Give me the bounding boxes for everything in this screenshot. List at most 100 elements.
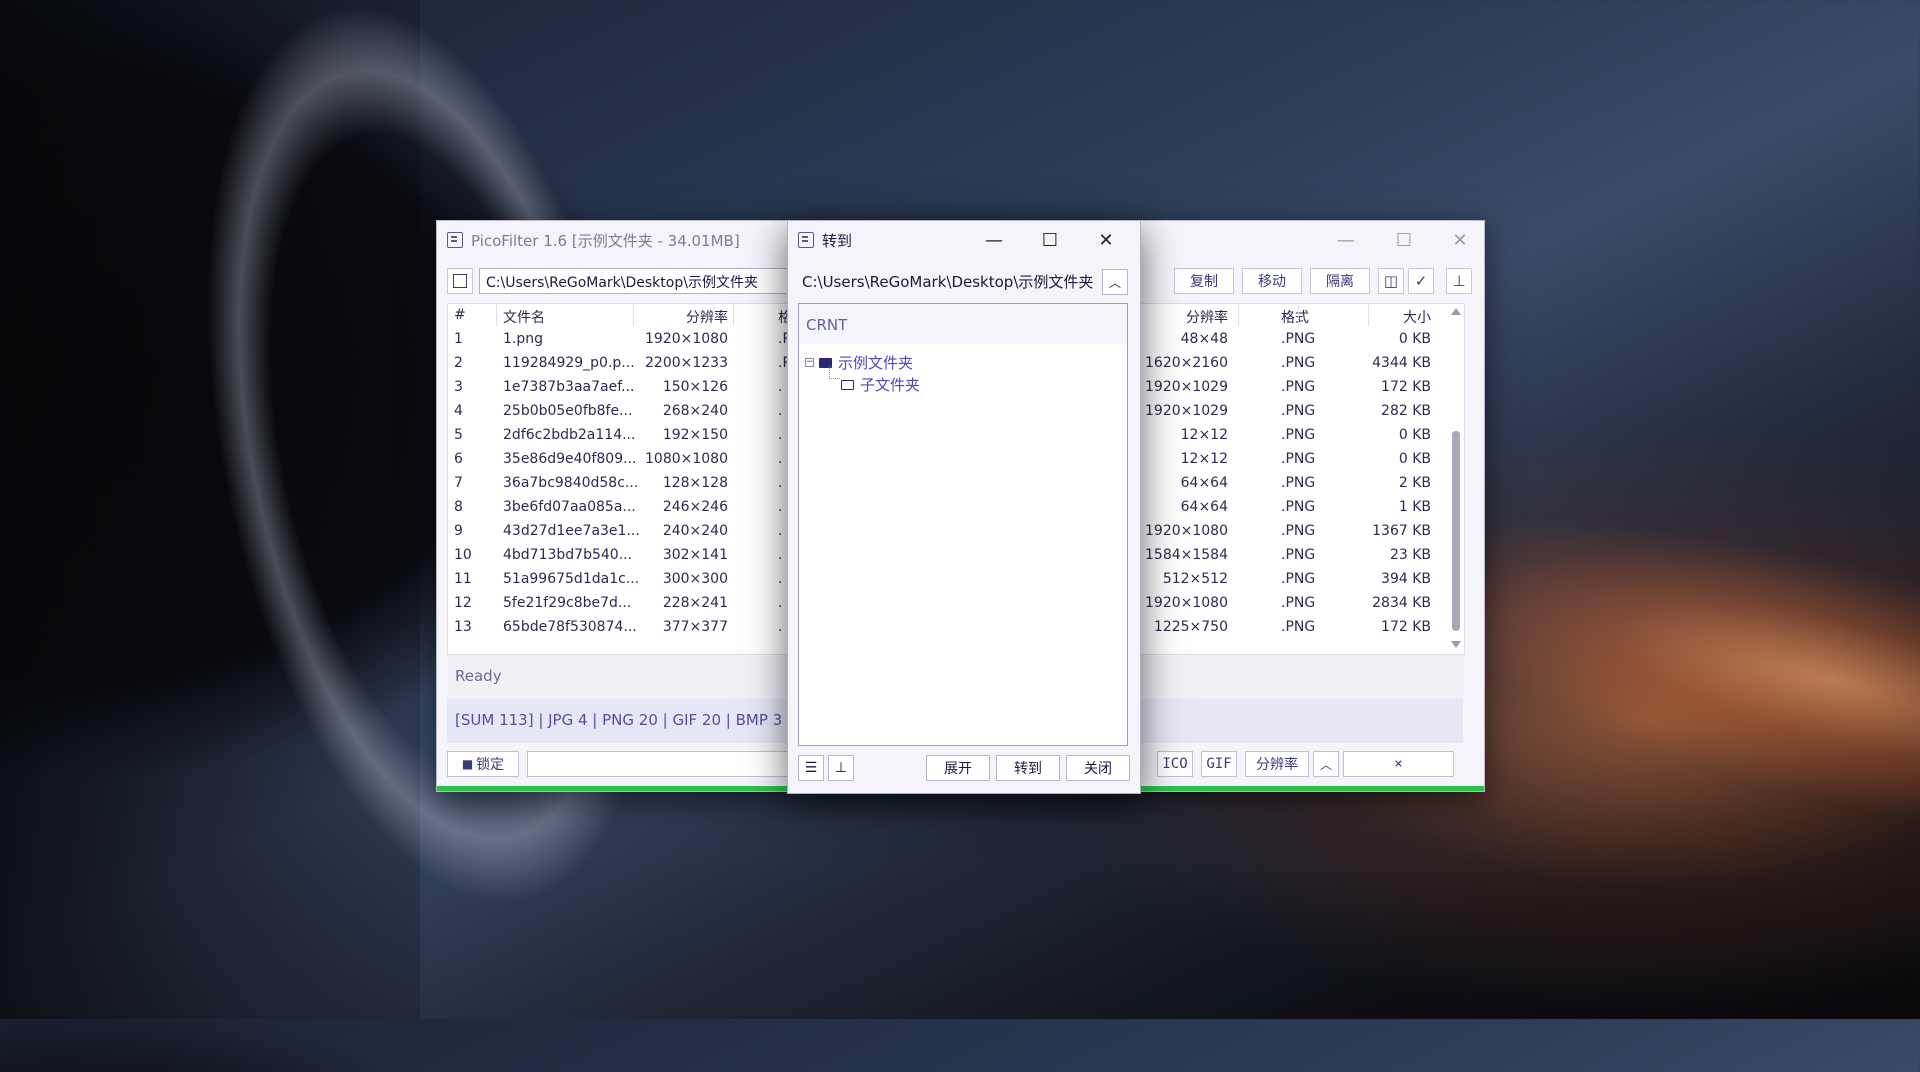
row-size: 2 KB [1398, 475, 1431, 491]
row-index: 10 [454, 547, 472, 563]
scroll-down-icon[interactable] [1451, 641, 1461, 648]
folder-icon [841, 379, 854, 390]
list-icon: ☰ [804, 760, 818, 776]
dialog-minimize-icon[interactable]: — [966, 221, 1022, 259]
col-size[interactable]: 大小 [1328, 307, 1431, 327]
lock-button[interactable]: ■ 锁定 [447, 751, 519, 777]
main-window-title: PicoFilter 1.6 [示例文件夹 - 34.01MB] [471, 231, 740, 250]
row-size: 282 KB [1381, 403, 1431, 419]
row-size: 394 KB [1381, 571, 1431, 587]
clear-filter-button[interactable]: × [1343, 751, 1454, 777]
row-resolution: 246×246 [662, 499, 728, 515]
scroll-thumb[interactable] [1452, 431, 1460, 631]
row-size: 2834 KB [1372, 595, 1431, 611]
row-size: 1 KB [1398, 499, 1431, 515]
row-resolution-2: 1920×1080 [1145, 523, 1228, 539]
path-input[interactable]: C:\Users\ReGoMark\Desktop\示例文件夹 [479, 268, 819, 294]
row-resolution: 128×128 [662, 475, 728, 491]
isolate-button[interactable]: 隔离 [1310, 268, 1370, 294]
current-folder-row[interactable]: CRNT [799, 304, 1127, 344]
row-format: .PNG [1281, 523, 1316, 539]
row-resolution-2: 1620×2160 [1145, 355, 1228, 371]
pin-button[interactable]: ⊥ [1446, 268, 1472, 294]
row-format: .PNG [1281, 619, 1316, 635]
lock-label: 锁定 [476, 757, 505, 773]
tree-view-button[interactable] [447, 268, 473, 294]
dialog-bottom-bar: ☰ ⊥ 展开 转到 关闭 [798, 755, 1130, 781]
row-format-partial: . [778, 523, 783, 539]
parent-folder-button[interactable]: ︿ [1102, 269, 1128, 295]
goto-button[interactable]: 转到 [996, 755, 1060, 781]
row-resolution: 2200×1233 [645, 355, 728, 371]
row-index: 4 [454, 403, 463, 419]
gif-filter-button[interactable]: GIF [1201, 751, 1237, 777]
col-resolution-2[interactable]: 分辨率 [1138, 307, 1228, 327]
row-index: 7 [454, 475, 463, 491]
row-index: 9 [454, 523, 463, 539]
row-index: 1 [454, 331, 463, 347]
dialog-layout-button[interactable]: ☰ [798, 755, 824, 781]
list-scrollbar[interactable] [1450, 306, 1462, 650]
close-icon[interactable]: ✕ [1431, 221, 1489, 259]
dialog-pin-button[interactable]: ⊥ [828, 755, 854, 781]
row-size: 4344 KB [1372, 355, 1431, 371]
layout-button[interactable]: ◫ [1378, 268, 1404, 294]
ico-filter-button[interactable]: ICO [1157, 751, 1193, 777]
row-format-partial: . [778, 619, 783, 635]
dialog-close-icon[interactable]: ✕ [1078, 221, 1134, 259]
column-divider [633, 304, 634, 326]
row-format: .PNG [1281, 355, 1316, 371]
row-format: .PNG [1281, 403, 1316, 419]
tree-node-root[interactable]: − 示例文件夹 [805, 352, 913, 373]
row-index: 6 [454, 451, 463, 467]
row-index: 11 [454, 571, 472, 587]
close-button[interactable]: 关闭 [1066, 755, 1130, 781]
move-button[interactable]: 移动 [1242, 268, 1302, 294]
row-resolution-2: 64×64 [1180, 475, 1228, 491]
layout-icon: ◫ [1383, 272, 1399, 290]
stats-text: [SUM 113] | JPG 4 | PNG 20 | GIF 20 | BM… [455, 711, 783, 729]
row-resolution-2: 1225×750 [1153, 619, 1228, 635]
col-name[interactable]: 文件名 [503, 307, 545, 327]
scroll-up-icon[interactable] [1451, 308, 1461, 315]
col-resolution[interactable]: 分辨率 [608, 307, 728, 327]
expand-button[interactable]: 展开 [926, 755, 990, 781]
check-icon: ✓ [1414, 272, 1428, 290]
row-resolution: 268×240 [662, 403, 728, 419]
row-resolution-2: 64×64 [1180, 499, 1228, 515]
row-format: .PNG [1281, 547, 1316, 563]
minimize-icon[interactable]: — [1317, 221, 1375, 259]
row-index: 5 [454, 427, 463, 443]
copy-button[interactable]: 复制 [1174, 268, 1234, 294]
app-icon [447, 232, 463, 248]
pin-icon: ⊥ [1452, 272, 1466, 290]
row-resolution-2: 1920×1029 [1145, 379, 1228, 395]
status-text: Ready [455, 667, 502, 685]
row-size: 1367 KB [1372, 523, 1431, 539]
row-resolution-2: 1920×1080 [1145, 595, 1228, 611]
row-resolution-2: 1584×1584 [1145, 547, 1228, 563]
tree-node-child[interactable]: 子文件夹 [841, 374, 920, 395]
row-index: 3 [454, 379, 463, 395]
row-resolution: 1920×1080 [645, 331, 728, 347]
select-button[interactable]: ✓ [1408, 268, 1434, 294]
crnt-label: CRNT [806, 316, 848, 334]
row-resolution: 300×300 [662, 571, 728, 587]
maximize-icon[interactable]: ☐ [1375, 221, 1433, 259]
folder-tree[interactable]: CRNT − 示例文件夹 子文件夹 [798, 303, 1128, 746]
filter-input[interactable] [527, 751, 827, 777]
col-index[interactable]: # [454, 307, 466, 323]
collapse-button[interactable]: ︿ [1313, 751, 1339, 777]
chevron-up-icon: ︿ [1108, 275, 1121, 290]
col-format[interactable]: 格式 [1281, 307, 1309, 327]
row-size: 0 KB [1398, 331, 1431, 347]
chevron-up-icon: ︿ [1319, 757, 1332, 772]
row-index: 2 [454, 355, 463, 371]
row-index: 8 [454, 499, 463, 515]
resolution-filter-button[interactable]: 分辨率 [1245, 751, 1309, 777]
row-resolution: 192×150 [662, 427, 728, 443]
dialog-maximize-icon[interactable]: ☐ [1022, 221, 1078, 259]
row-resolution: 377×377 [662, 619, 728, 635]
collapse-icon[interactable]: − [805, 358, 814, 367]
row-size: 172 KB [1381, 619, 1431, 635]
